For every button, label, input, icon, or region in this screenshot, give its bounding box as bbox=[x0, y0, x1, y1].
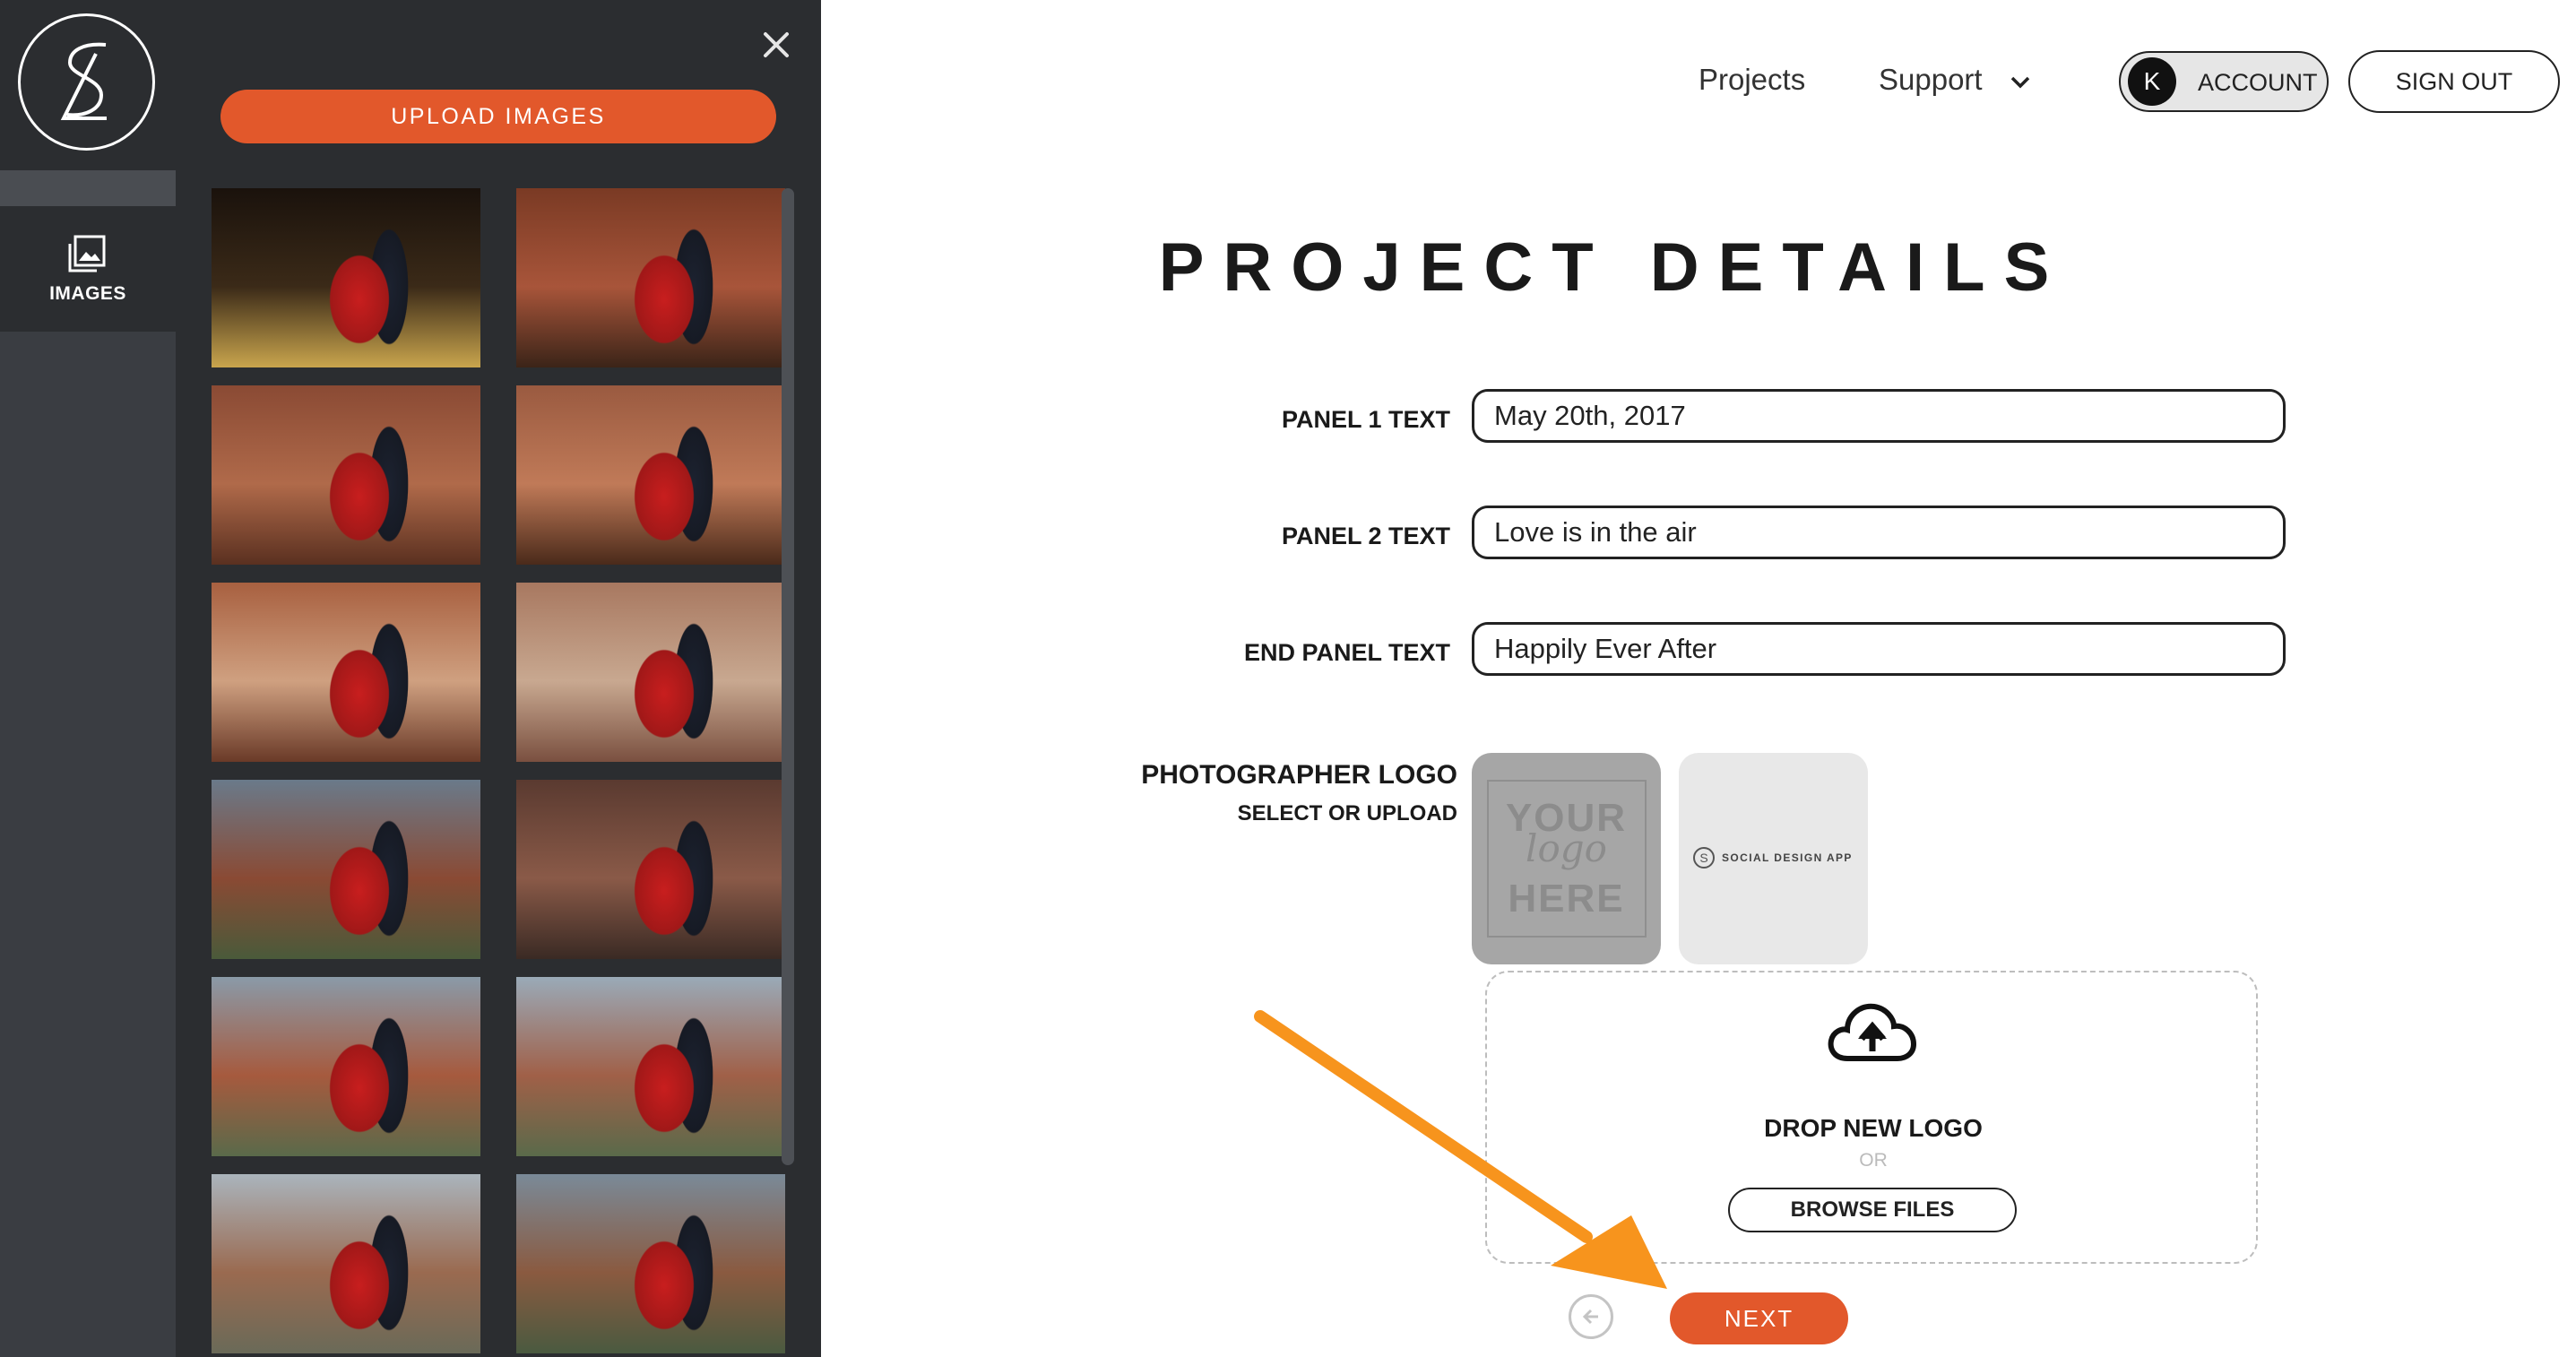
s-logo-icon bbox=[60, 42, 107, 120]
image-thumbnail[interactable] bbox=[212, 188, 480, 367]
photographer-logo-label: PHOTOGRAPHER LOGO bbox=[1141, 760, 1457, 790]
image-panel: UPLOAD IMAGES bbox=[176, 0, 821, 1357]
image-thumbnail[interactable] bbox=[516, 1174, 785, 1353]
image-thumbnail[interactable] bbox=[212, 583, 480, 762]
sign-out-button[interactable]: SIGN OUT bbox=[2348, 50, 2560, 113]
image-thumbnail[interactable] bbox=[516, 188, 785, 367]
next-button[interactable]: NEXT bbox=[1670, 1292, 1848, 1344]
images-icon bbox=[68, 235, 106, 272]
tab-images[interactable]: IMAGES bbox=[0, 206, 176, 332]
close-icon[interactable] bbox=[758, 27, 794, 63]
brand-logo-text: SOCIAL DESIGN APP bbox=[1722, 851, 1853, 864]
account-button[interactable]: K ACCOUNT bbox=[2119, 51, 2329, 112]
image-thumbnail[interactable] bbox=[212, 977, 480, 1156]
panel2-label: PANEL 2 TEXT bbox=[1281, 523, 1450, 549]
page-title: PROJECT DETAILS bbox=[1158, 229, 2069, 306]
cloud-upload-icon bbox=[1828, 1003, 1917, 1061]
image-thumbnail[interactable] bbox=[212, 780, 480, 959]
chevron-down-icon bbox=[2010, 76, 2030, 89]
nav-support-label: Support bbox=[1879, 63, 1983, 96]
account-label: ACCOUNT bbox=[2198, 69, 2318, 96]
image-thumbnail[interactable] bbox=[212, 1174, 480, 1353]
placeholder-line-3: HERE bbox=[1508, 877, 1625, 921]
rail-divider bbox=[0, 170, 176, 206]
image-thumbnail[interactable] bbox=[516, 385, 785, 565]
app-logo[interactable] bbox=[18, 13, 155, 151]
brand-mark-icon: S bbox=[1693, 847, 1715, 869]
rail-header bbox=[0, 0, 176, 170]
tab-images-label: IMAGES bbox=[49, 283, 126, 304]
image-thumbnail[interactable] bbox=[516, 583, 785, 762]
nav-projects-link[interactable]: Projects bbox=[1699, 63, 1805, 97]
placeholder-line-2: logo bbox=[1526, 826, 1607, 870]
logo-option-brand[interactable]: S SOCIAL DESIGN APP bbox=[1679, 753, 1868, 964]
nav-support-menu[interactable]: Support bbox=[1879, 63, 2030, 97]
browse-files-button[interactable]: BROWSE FILES bbox=[1728, 1188, 2017, 1232]
end-panel-text-input[interactable] bbox=[1472, 622, 2286, 676]
annotation-arrow-icon bbox=[1254, 1010, 1667, 1289]
logo-select-hint: SELECT OR UPLOAD bbox=[1237, 801, 1457, 825]
panel2-text-input[interactable] bbox=[1472, 506, 2286, 559]
avatar: K bbox=[2128, 57, 2176, 106]
logo-option-placeholder[interactable]: YOUR logo HERE bbox=[1472, 753, 1661, 964]
icon-rail: IMAGES bbox=[0, 0, 176, 1357]
panel-scrollbar[interactable] bbox=[782, 188, 794, 1165]
panel1-text-input[interactable] bbox=[1472, 389, 2286, 443]
image-thumbnail[interactable] bbox=[212, 385, 480, 565]
image-thumbnail[interactable] bbox=[516, 780, 785, 959]
panel1-label: PANEL 1 TEXT bbox=[1281, 406, 1450, 433]
end-panel-label: END PANEL TEXT bbox=[1243, 639, 1450, 666]
image-thumbnail[interactable] bbox=[516, 977, 785, 1156]
upload-images-button[interactable]: UPLOAD IMAGES bbox=[220, 90, 776, 143]
